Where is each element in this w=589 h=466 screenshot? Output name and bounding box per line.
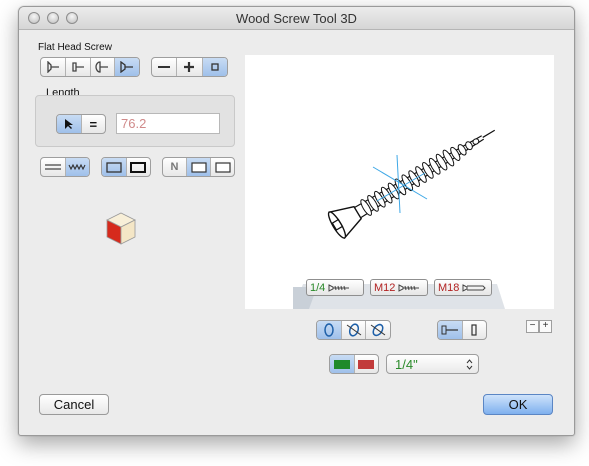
size-popup[interactable]: 1/4" bbox=[386, 354, 479, 374]
view-mode-segmented: N bbox=[162, 157, 235, 177]
length-mode-segmented: = bbox=[56, 114, 106, 134]
n-view-button[interactable]: N bbox=[163, 158, 187, 176]
red-swatch bbox=[358, 359, 375, 369]
green-swatch bbox=[333, 359, 350, 369]
outline-style-icon[interactable] bbox=[127, 158, 151, 176]
thread-style-segmented bbox=[40, 157, 90, 177]
wavy-thread-icon[interactable] bbox=[65, 158, 89, 176]
cancel-button[interactable]: Cancel bbox=[39, 394, 109, 415]
drive-type-segmented bbox=[151, 57, 228, 77]
head-flat-icon[interactable] bbox=[41, 58, 66, 76]
large-bolt-icon bbox=[462, 283, 487, 292]
side-angle-icon[interactable] bbox=[366, 321, 390, 339]
preset-m18-button[interactable]: M18 bbox=[434, 279, 492, 296]
display-style-segmented bbox=[101, 157, 151, 177]
view-angle-segmented bbox=[316, 320, 391, 340]
red-color-swatch[interactable] bbox=[355, 355, 379, 373]
size-popup-value: 1/4" bbox=[395, 357, 418, 372]
length-input[interactable]: 76.2 bbox=[116, 113, 220, 134]
color-segmented bbox=[329, 354, 379, 374]
layout-segmented bbox=[437, 320, 487, 340]
head-pan-icon[interactable] bbox=[66, 58, 91, 76]
ok-button[interactable]: OK bbox=[483, 394, 553, 415]
screw-type-label: Flat Head Screw bbox=[38, 42, 112, 53]
fill-style-icon[interactable] bbox=[102, 158, 127, 176]
preset-1-4-label: 1/4 bbox=[310, 281, 326, 294]
horizontal-layout-icon[interactable] bbox=[438, 321, 463, 339]
single-view-icon[interactable] bbox=[187, 158, 211, 176]
thread-coil bbox=[472, 138, 480, 145]
orientation-cube-icon[interactable] bbox=[105, 212, 137, 246]
front-angle-icon[interactable] bbox=[317, 321, 342, 339]
zoom-in-button[interactable]: + bbox=[539, 320, 552, 333]
title-bar: Wood Screw Tool 3D bbox=[19, 7, 574, 30]
preset-m18-label: M18 bbox=[438, 281, 460, 294]
head-round-icon[interactable] bbox=[91, 58, 116, 76]
screw-preview-canvas[interactable]: 1/4 M12 M18 bbox=[245, 55, 554, 309]
tilt-angle-icon[interactable] bbox=[342, 321, 367, 339]
up-down-chevron-icon bbox=[466, 359, 473, 370]
square-drive-icon[interactable] bbox=[202, 58, 227, 76]
smooth-thread-icon[interactable] bbox=[41, 158, 66, 176]
screw-drawing bbox=[293, 129, 505, 309]
pointer-icon[interactable] bbox=[57, 115, 82, 133]
equals-button[interactable]: = bbox=[82, 115, 106, 133]
green-color-swatch[interactable] bbox=[330, 355, 355, 373]
head-oval-icon[interactable] bbox=[115, 58, 139, 76]
zoom-out-button[interactable]: − bbox=[526, 320, 539, 333]
preset-m12-label: M12 bbox=[374, 281, 396, 294]
bolt-icon bbox=[398, 283, 420, 292]
small-screw-icon bbox=[328, 283, 350, 292]
preset-m12-button[interactable]: M12 bbox=[370, 279, 428, 296]
preset-1-4-button[interactable]: 1/4 bbox=[306, 279, 364, 296]
phillips-drive-icon[interactable] bbox=[177, 58, 203, 76]
head-type-segmented bbox=[40, 57, 140, 77]
slotted-drive-icon[interactable] bbox=[152, 58, 178, 76]
split-view-icon[interactable] bbox=[211, 158, 234, 176]
vertical-layout-icon[interactable] bbox=[463, 321, 487, 339]
window-title: Wood Screw Tool 3D bbox=[236, 11, 357, 26]
